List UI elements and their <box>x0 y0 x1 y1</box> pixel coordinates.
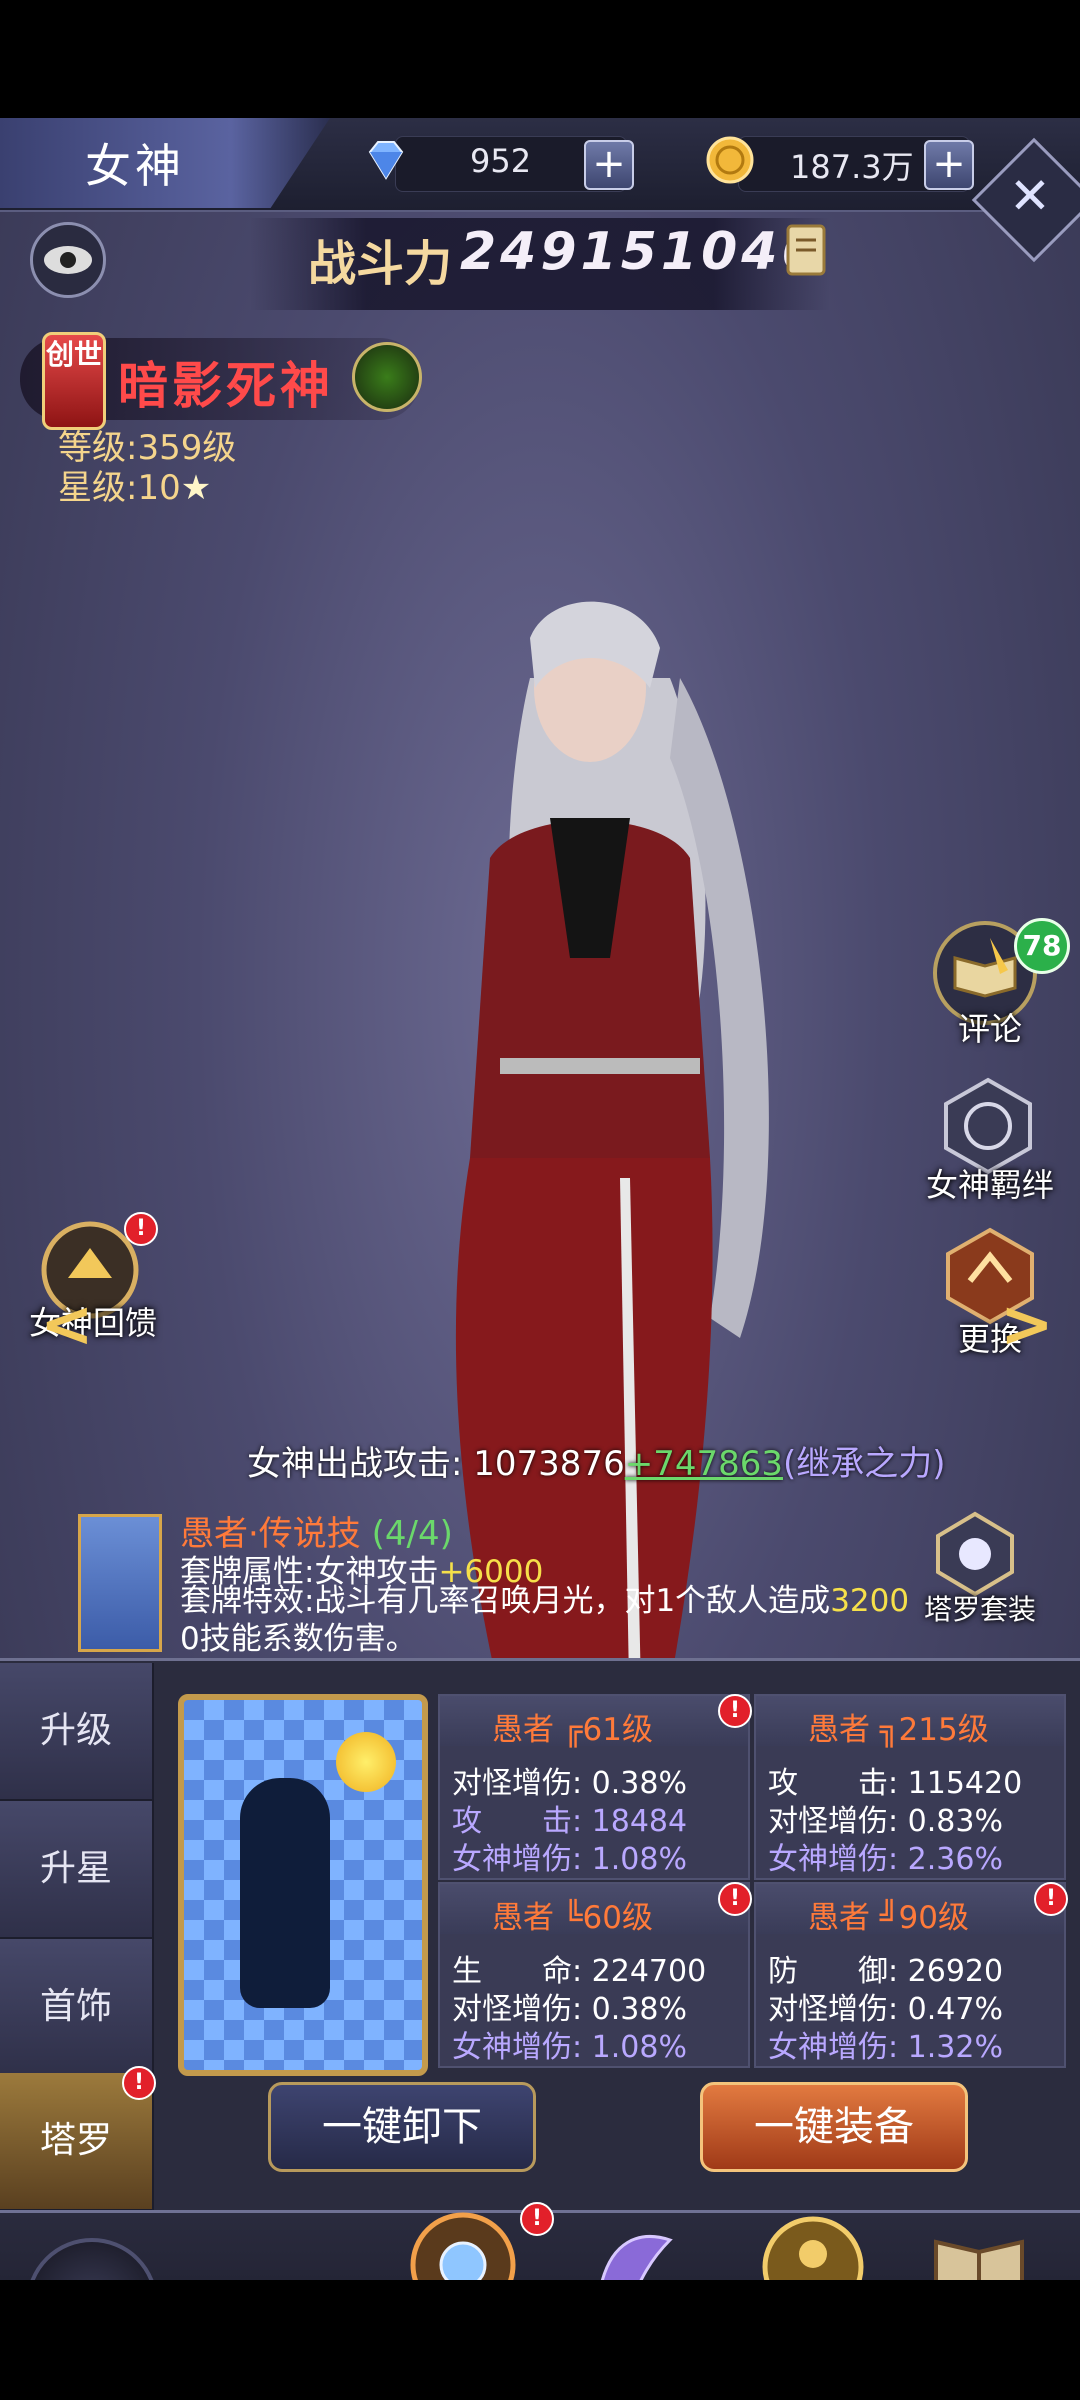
star-icon: ★ <box>180 468 212 508</box>
equip-all-button[interactable]: 一键装备 <box>700 2082 968 2172</box>
effect-text-a: 战斗有几率召唤月光，对1个敌人造成 <box>314 1583 831 1619</box>
effect-number: 3200 <box>830 1583 910 1619</box>
goddess-attack-line: 女神出战攻击: 1073876+747863(继承之力) <box>247 1436 946 1485</box>
slot-4-notice-badge: ! <box>1034 1882 1068 1916</box>
feedback-notice-badge: ! <box>124 1212 158 1246</box>
slot-4-line-3: 女神增伤: 1.32% <box>768 2030 1003 2065</box>
attack-source: (继承之力) <box>783 1444 946 1484</box>
slot-1-notice-badge: ! <box>718 1694 752 1728</box>
sun-icon <box>336 1732 396 1792</box>
tarot-card-thumbnail[interactable] <box>78 1514 162 1652</box>
effect-label: 套牌特效: <box>180 1583 315 1619</box>
tarot-tab-notice-badge: ! <box>122 2066 156 2100</box>
tab-jewelry[interactable]: 首饰 <box>0 1939 154 2077</box>
prev-goddess-arrow-icon[interactable]: < <box>40 1288 94 1362</box>
tab-upgrade[interactable]: 升级 <box>0 1663 154 1801</box>
tarot-slot-1[interactable]: 愚者 ╔61级 对怪增伤: 0.38% 攻 击: 18484 女神增伤: 1.0… <box>438 1694 752 1880</box>
page-title: 女神 <box>85 139 185 193</box>
power-label: 战斗力 <box>308 236 453 292</box>
goddess-name: 暗影死神 <box>118 357 334 415</box>
element-icon <box>352 342 422 412</box>
unequip-all-button[interactable]: 一键卸下 <box>268 2082 536 2172</box>
tarot-slot-4[interactable]: 愚者 ╝90级 防 御: 26920 对怪增伤: 0.47% 女神增伤: 1.3… <box>754 1882 1068 2068</box>
nav-cultivate-notice-badge: ! <box>520 2202 554 2236</box>
game-screen: 女神 952 + 187.3万 + ✕ 战斗力 249151046 创世 暗影死… <box>0 118 1080 2280</box>
add-gold-button[interactable]: + <box>924 140 974 190</box>
goddess-bond-label: 女神羁绊 <box>925 1166 1054 1204</box>
gold-coin-icon <box>706 136 754 184</box>
review-label: 评论 <box>957 1010 1022 1048</box>
eye-icon[interactable] <box>30 222 106 298</box>
slot-2-line-3: 女神增伤: 2.36% <box>768 1842 1003 1877</box>
slot-3-title: 愚者 ╚60级 <box>492 1900 653 1936</box>
tab-star-up[interactable]: 升星 <box>0 1801 154 1939</box>
tarot-set-icon[interactable] <box>930 1508 1020 1598</box>
tarot-set-effect: 套牌特效:战斗有几率召唤月光，对1个敌人造成3200 0技能系数伤害。 <box>180 1582 910 1658</box>
tarot-slot-2[interactable]: 愚者 ╗215级 攻 击: 115420 对怪增伤: 0.83% 女神增伤: 2… <box>754 1694 1066 1880</box>
slot-2-title: 愚者 ╗215级 <box>808 1712 989 1748</box>
tarot-slot-3[interactable]: 愚者 ╚60级 生 命: 224700 对怪增伤: 0.38% 女神增伤: 1.… <box>438 1882 752 2068</box>
slot-3-notice-badge: ! <box>718 1882 752 1916</box>
scroll-icon[interactable] <box>778 218 838 282</box>
close-icon: ✕ <box>1009 167 1051 225</box>
slot-3-line-3: 女神增伤: 1.08% <box>452 2030 687 2065</box>
effect-text-b: 0技能系数伤害。 <box>180 1621 417 1657</box>
slot-4-title: 愚者 ╝90级 <box>808 1900 969 1936</box>
add-diamond-button[interactable]: + <box>584 140 634 190</box>
star-label: 星级 <box>58 468 126 508</box>
attack-label: 女神出战攻击: <box>247 1444 463 1484</box>
next-goddess-arrow-icon[interactable]: > <box>1000 1288 1054 1362</box>
attack-base: 1073876 <box>473 1444 625 1484</box>
slot-1-line-3: 女神增伤: 1.08% <box>452 1842 687 1877</box>
power-value: 249151046 <box>460 222 822 282</box>
review-count-badge: 78 <box>1014 918 1070 974</box>
star-value: 10 <box>137 468 181 508</box>
goddess-stars: 星级:10★ <box>58 468 212 508</box>
rarity-badge: 创世 <box>42 332 106 430</box>
fool-figure <box>240 1778 330 2008</box>
diamond-icon <box>368 141 404 180</box>
attack-bonus[interactable]: +747863 <box>625 1444 783 1484</box>
gold-amount: 187.3万 <box>790 148 914 186</box>
diamond-count: 952 <box>470 142 532 180</box>
tarot-set-label: 塔罗套装 <box>923 1593 1036 1626</box>
slot-1-title: 愚者 ╔61级 <box>492 1712 653 1748</box>
